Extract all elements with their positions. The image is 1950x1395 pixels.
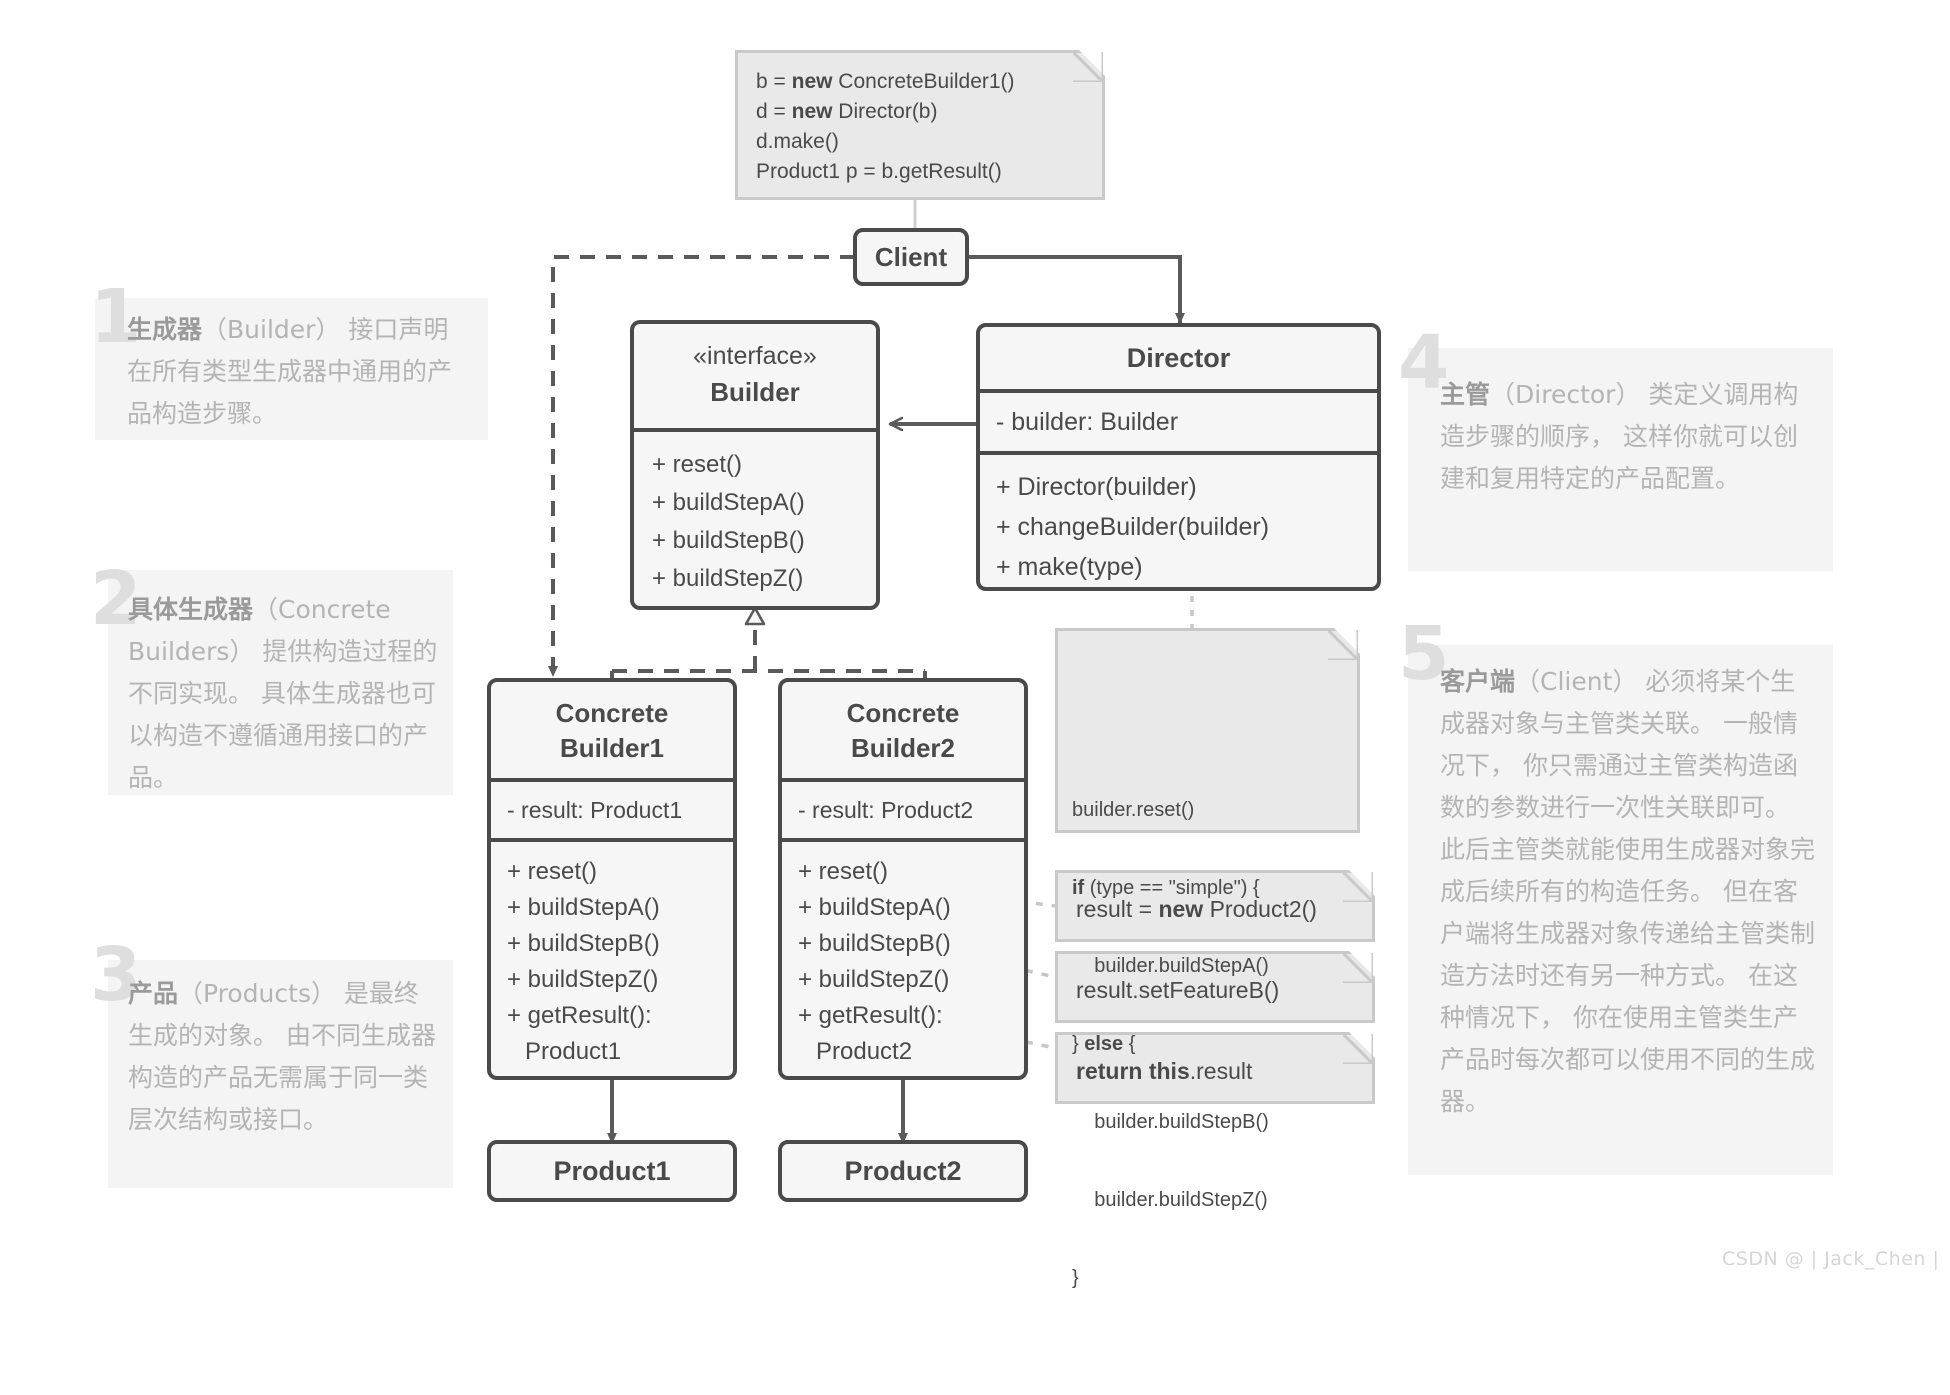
product2-label: Product2 — [844, 1155, 962, 1186]
cb2-methods: + reset() + buildStepA() + buildStepB() … — [782, 838, 1024, 1070]
builder-method: + reset() — [652, 451, 743, 478]
cb2-method: + buildStepB() — [798, 930, 951, 957]
note-line: d.make() — [756, 130, 839, 153]
class-box-product-1[interactable]: Product1 — [487, 1140, 737, 1202]
annotation-body: （Concrete Builders） 提供构造过程的不同实现。 具体生成器也可… — [128, 595, 438, 792]
annotation-body: （Client） 必须将某个生成器对象与主管类关联。 一般情况下， 你只需通过主… — [1440, 667, 1816, 1116]
director-attributes: - builder: Builder — [980, 389, 1377, 451]
annotation-products: 3 产品（Products） 是最终生成的对象。 由不同生成器构造的产品无需属于… — [90, 938, 453, 1188]
cb2-method: + reset() — [798, 858, 889, 885]
director-methods: + Director(builder) + changeBuilder(buil… — [980, 451, 1377, 587]
diagram-canvas: b = new ConcreteBuilder1() d = new Direc… — [0, 0, 1950, 1289]
note-line: } — [1072, 1267, 1079, 1289]
annotation-text: 主管（Director） 类定义调用构造步骤的顺序， 这样你就可以创建和复用特定… — [1440, 374, 1820, 500]
cb2-attributes: - result: Product2 — [782, 778, 1024, 838]
director-method: + make(type) — [996, 553, 1143, 581]
annotation-term: 具体生成器 — [128, 595, 254, 624]
product1-label: Product1 — [553, 1155, 671, 1186]
buildstepb-note-line: result.setFeatureB() — [1076, 977, 1280, 1003]
note-line: builder.buildStepB() — [1072, 1111, 1269, 1133]
builder-method: + buildStepZ() — [652, 565, 804, 592]
note-line: d = new Director(b) — [756, 100, 938, 123]
annotation-director: 4 主管（Director） 类定义调用构造步骤的顺序， 这样你就可以创建和复用… — [1398, 326, 1833, 571]
annotation-term: 产品 — [128, 979, 179, 1008]
director-name: Director — [1126, 342, 1231, 373]
cb2-name-line-1: Concrete — [846, 698, 960, 728]
annotation-text: 生成器（Builder） 接口声明在所有类型生成器中通用的产品构造步骤。 — [127, 309, 472, 435]
director-note-lines: builder.reset() if (type == "simple") { … — [1072, 745, 1343, 1343]
builder-methods: + reset() + buildStepA() + buildStepB() … — [634, 428, 876, 598]
cb2-method: + getResult(): — [798, 1002, 943, 1029]
annotation-term: 主管 — [1440, 380, 1491, 409]
cb1-method: + getResult(): — [507, 1002, 652, 1029]
builder-method: + buildStepB() — [652, 527, 805, 554]
client-code-note: b = new ConcreteBuilder1() d = new Direc… — [735, 50, 1105, 200]
note-line: builder.reset() — [1072, 799, 1195, 821]
cb1-method: + buildStepA() — [507, 894, 660, 921]
cb1-name-line-2: Builder1 — [559, 733, 665, 763]
client-note-lines: b = new ConcreteBuilder1() d = new Direc… — [756, 67, 1084, 187]
cb1-attribute: - result: Product1 — [507, 796, 683, 823]
cb1-method: + buildStepZ() — [507, 966, 659, 993]
class-box-builder[interactable]: «interface» Builder + reset() + buildSte… — [630, 320, 880, 610]
watermark: CSDN @ | Jack_Chen | — [1722, 1248, 1940, 1270]
class-box-client[interactable]: Client — [853, 228, 969, 286]
builder-method: + buildStepA() — [652, 489, 805, 516]
cb1-methods: + reset() + buildStepA() + buildStepB() … — [491, 838, 733, 1070]
cb2-name-line-2: Builder2 — [850, 733, 956, 763]
director-header: Director — [980, 327, 1377, 389]
annotation-concrete-builders: 2 具体生成器（Concrete Builders） 提供构造过程的不同实现。 … — [90, 562, 453, 795]
director-method: + changeBuilder(builder) — [996, 513, 1270, 541]
cb1-name-line-1: Concrete — [555, 698, 669, 728]
director-make-note: builder.reset() if (type == "simple") { … — [1055, 628, 1360, 1289]
reset-note-line: result = new Product2() — [1076, 896, 1317, 922]
builder-stereotype: «interface» — [693, 342, 817, 370]
note-line: builder.buildStepZ() — [1072, 1189, 1268, 1211]
director-method: + Director(builder) — [996, 473, 1197, 501]
builder-header: «interface» Builder — [634, 324, 876, 428]
annotation-client: 5 客户端（Client） 必须将某个生成器对象与主管类关联。 一般情况下， 你… — [1398, 617, 1833, 1175]
note-line: b = new ConcreteBuilder1() — [756, 70, 1015, 93]
annotation-text: 客户端（Client） 必须将某个生成器对象与主管类关联。 一般情况下， 你只需… — [1440, 661, 1820, 1123]
getresult-note-line: return this.result — [1076, 1058, 1253, 1084]
client-label: Client — [874, 241, 948, 272]
director-attribute: - builder: Builder — [996, 407, 1179, 436]
cb1-method: + reset() — [507, 858, 598, 885]
note-line: Product1 p = b.getResult() — [756, 160, 1002, 183]
cb2-method: + buildStepZ() — [798, 966, 950, 993]
annotation-term: 生成器 — [127, 315, 203, 344]
annotation-text: 产品（Products） 是最终生成的对象。 由不同生成器构造的产品无需属于同一… — [128, 973, 438, 1141]
cb2-header: Concrete Builder2 — [782, 682, 1024, 778]
annotation-text: 具体生成器（Concrete Builders） 提供构造过程的不同实现。 具体… — [128, 589, 438, 799]
annotation-builder: 1 生成器（Builder） 接口声明在所有类型生成器中通用的产品构造步骤。 — [90, 280, 488, 440]
cb1-method-cont: Product1 — [525, 1038, 622, 1065]
class-box-director[interactable]: Director - builder: Builder + Director(b… — [976, 323, 1381, 591]
cb2-attribute: - result: Product2 — [798, 796, 974, 823]
builder-name: Builder — [710, 377, 800, 407]
cb2-method-cont: Product2 — [816, 1038, 913, 1065]
cb1-method: + buildStepB() — [507, 930, 660, 957]
cb1-header: Concrete Builder1 — [491, 682, 733, 778]
annotation-body: （Director） 类定义调用构造步骤的顺序， 这样你就可以创建和复用特定的产… — [1440, 380, 1799, 493]
class-box-concrete-builder-2[interactable]: Concrete Builder2 - result: Product2 + r… — [778, 678, 1028, 1080]
cb2-method: + buildStepA() — [798, 894, 951, 921]
annotation-term: 客户端 — [1440, 667, 1516, 696]
cb1-attributes: - result: Product1 — [491, 778, 733, 838]
class-box-concrete-builder-1[interactable]: Concrete Builder1 - result: Product1 + r… — [487, 678, 737, 1080]
note-fold-corner — [1334, 628, 1360, 654]
class-box-product-2[interactable]: Product2 — [778, 1140, 1028, 1202]
